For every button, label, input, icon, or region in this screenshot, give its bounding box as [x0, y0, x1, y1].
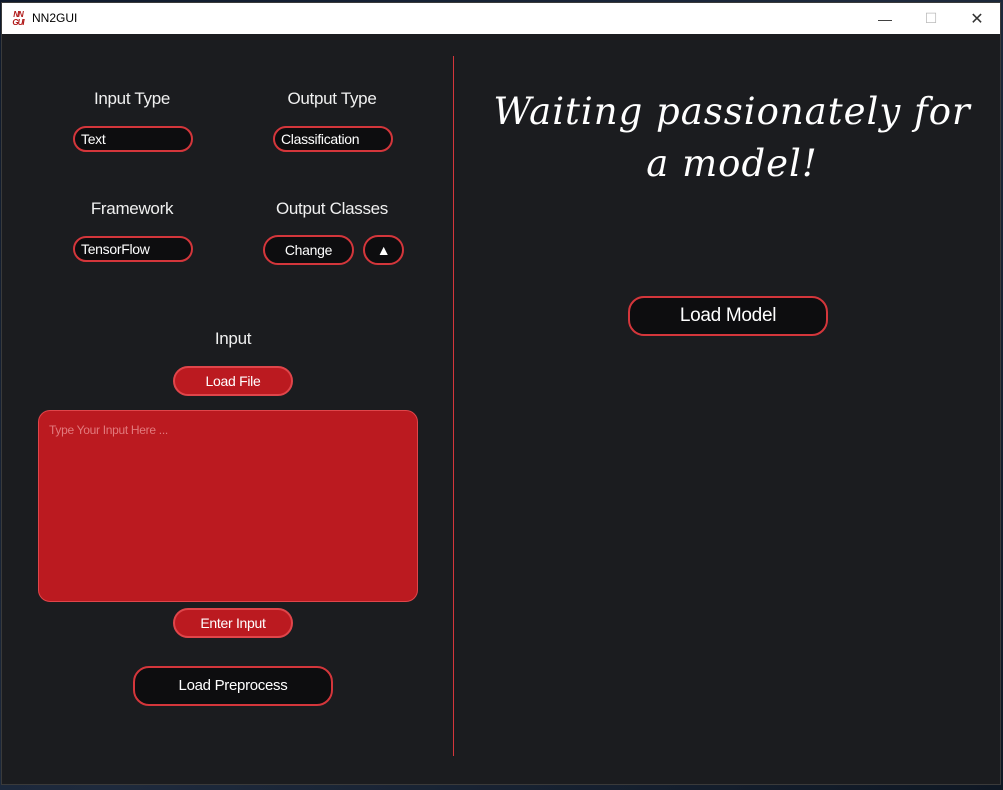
- close-icon[interactable]: ✕: [954, 3, 1000, 34]
- output-classes-label: Output Classes: [275, 199, 389, 218]
- change-button[interactable]: Change: [263, 235, 354, 265]
- main-content: Input Type Text Output Type Classificati…: [2, 34, 1000, 784]
- input-textarea[interactable]: Type Your Input Here ...: [38, 410, 418, 602]
- input-type-label: Input Type: [93, 89, 171, 108]
- minimize-icon[interactable]: —: [862, 3, 908, 34]
- window-title: NN2GUI: [32, 11, 78, 25]
- app-window: NN GUI NN2GUI — ☐ ✕ Input Type Text Outpu…: [1, 2, 1001, 785]
- framework-field[interactable]: TensorFlow: [73, 236, 193, 262]
- enter-input-button[interactable]: Enter Input: [173, 608, 293, 638]
- output-type-label: Output Type: [287, 89, 377, 108]
- panel-divider: [453, 56, 454, 756]
- input-type-field[interactable]: Text: [73, 126, 193, 152]
- arrow-up-icon[interactable]: ▲: [363, 235, 404, 265]
- load-preprocess-button[interactable]: Load Preprocess: [133, 666, 333, 706]
- load-file-button[interactable]: Load File: [173, 366, 293, 396]
- maximize-icon[interactable]: ☐: [908, 3, 954, 34]
- output-type-field[interactable]: Classification: [273, 126, 393, 152]
- framework-label: Framework: [90, 199, 174, 218]
- input-label: Input: [214, 329, 252, 348]
- load-model-button[interactable]: Load Model: [628, 296, 828, 336]
- title-bar: NN GUI NN2GUI — ☐ ✕: [2, 3, 1000, 34]
- status-message: Waiting passionately for a model!: [493, 90, 971, 185]
- app-logo-icon: NN GUI: [12, 10, 24, 27]
